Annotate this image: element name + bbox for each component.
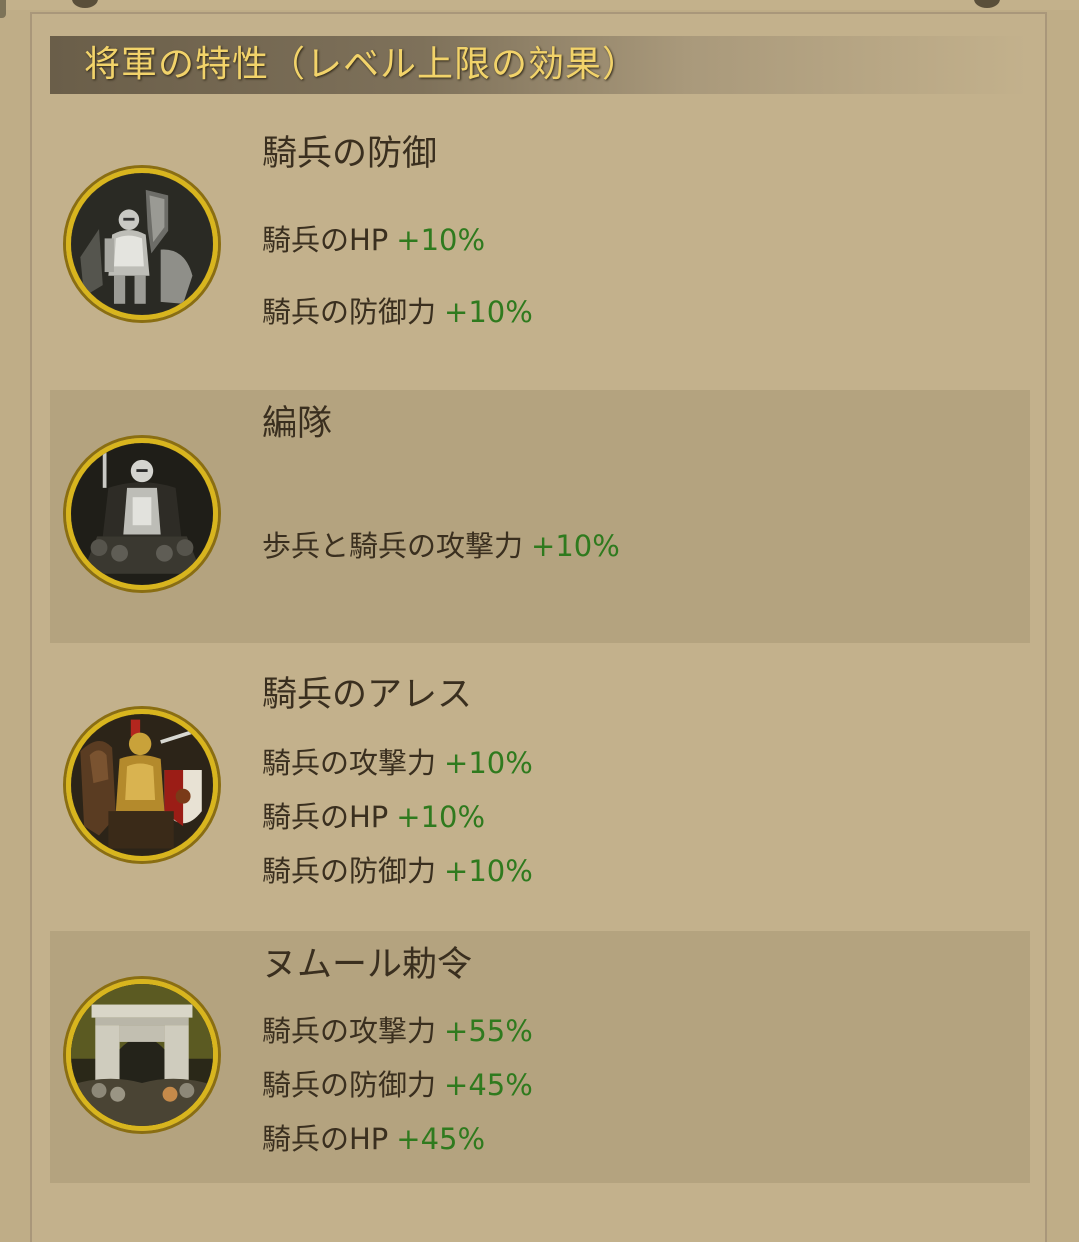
effect-value: +10%	[396, 223, 486, 257]
trait-effect: 歩兵と騎兵の攻撃力 +10%	[262, 528, 620, 564]
effect-value: +10%	[444, 854, 533, 888]
trait-effect: 騎兵の防御力 +10%	[262, 853, 533, 889]
effect-label: 騎兵の防御力	[262, 1068, 437, 1102]
trait-effect: 騎兵のHP +45%	[262, 1121, 485, 1157]
trait-row[interactable]: ヌムール勅令 騎兵の攻撃力 +55% 騎兵の防御力 +45% 騎兵のHP +45%	[50, 931, 1030, 1183]
effect-value: +10%	[531, 529, 620, 563]
trait-row[interactable]: 騎兵の防御 騎兵のHP +10% 騎兵の防御力 +10%	[50, 110, 1030, 386]
trait-effect: 騎兵の攻撃力 +10%	[262, 745, 533, 781]
trait-name: 騎兵のアレス	[262, 675, 473, 715]
knight-formation-icon[interactable]	[66, 438, 218, 590]
trait-effect: 騎兵の攻撃力 +55%	[262, 1013, 533, 1049]
mounted-knight-shield-icon[interactable]	[66, 709, 218, 861]
effect-value: +10%	[396, 800, 486, 834]
effect-label: 騎兵の攻撃力	[262, 746, 437, 780]
section-title: 将軍の特性（レベル上限の効果）	[84, 44, 640, 85]
effect-value: +45%	[396, 1122, 486, 1156]
effect-value: +55%	[444, 1014, 533, 1048]
effect-value: +10%	[444, 746, 533, 780]
trait-row[interactable]: 騎兵のアレス 騎兵の攻撃力 +10% 騎兵のHP +10% 騎兵の防御力 +10%	[50, 643, 1030, 931]
top-left-rivet-icon	[72, 0, 98, 8]
effect-label: 騎兵の防御力	[262, 295, 437, 329]
triumphal-arch-icon[interactable]	[66, 979, 218, 1131]
trait-name: ヌムール勅令	[262, 945, 473, 985]
top-right-rivet-icon	[974, 0, 1000, 8]
trait-name: 編隊	[262, 404, 333, 444]
effect-label: 騎兵のHP	[262, 223, 389, 257]
trait-effect: 騎兵の防御力 +45%	[262, 1067, 533, 1103]
effect-label: 騎兵のHP	[262, 1122, 389, 1156]
top-bar	[0, 0, 1079, 18]
effect-value: +10%	[444, 295, 533, 329]
effect-label: 騎兵の攻撃力	[262, 1014, 437, 1048]
effect-label: 騎兵のHP	[262, 800, 389, 834]
trait-name: 騎兵の防御	[262, 134, 438, 174]
back-handle[interactable]	[0, 0, 6, 18]
trait-effect: 騎兵の防御力 +10%	[262, 294, 533, 330]
trait-effect: 騎兵のHP +10%	[262, 799, 485, 835]
trait-row[interactable]: 編隊 歩兵と騎兵の攻撃力 +10%	[50, 390, 1030, 643]
effect-label: 騎兵の防御力	[262, 854, 437, 888]
effect-label: 歩兵と騎兵の攻撃力	[262, 529, 524, 563]
armored-knight-icon[interactable]	[66, 168, 218, 320]
trait-effect: 騎兵のHP +10%	[262, 222, 485, 258]
effect-value: +45%	[444, 1068, 533, 1102]
section-header: 将軍の特性（レベル上限の効果）	[50, 36, 1028, 94]
